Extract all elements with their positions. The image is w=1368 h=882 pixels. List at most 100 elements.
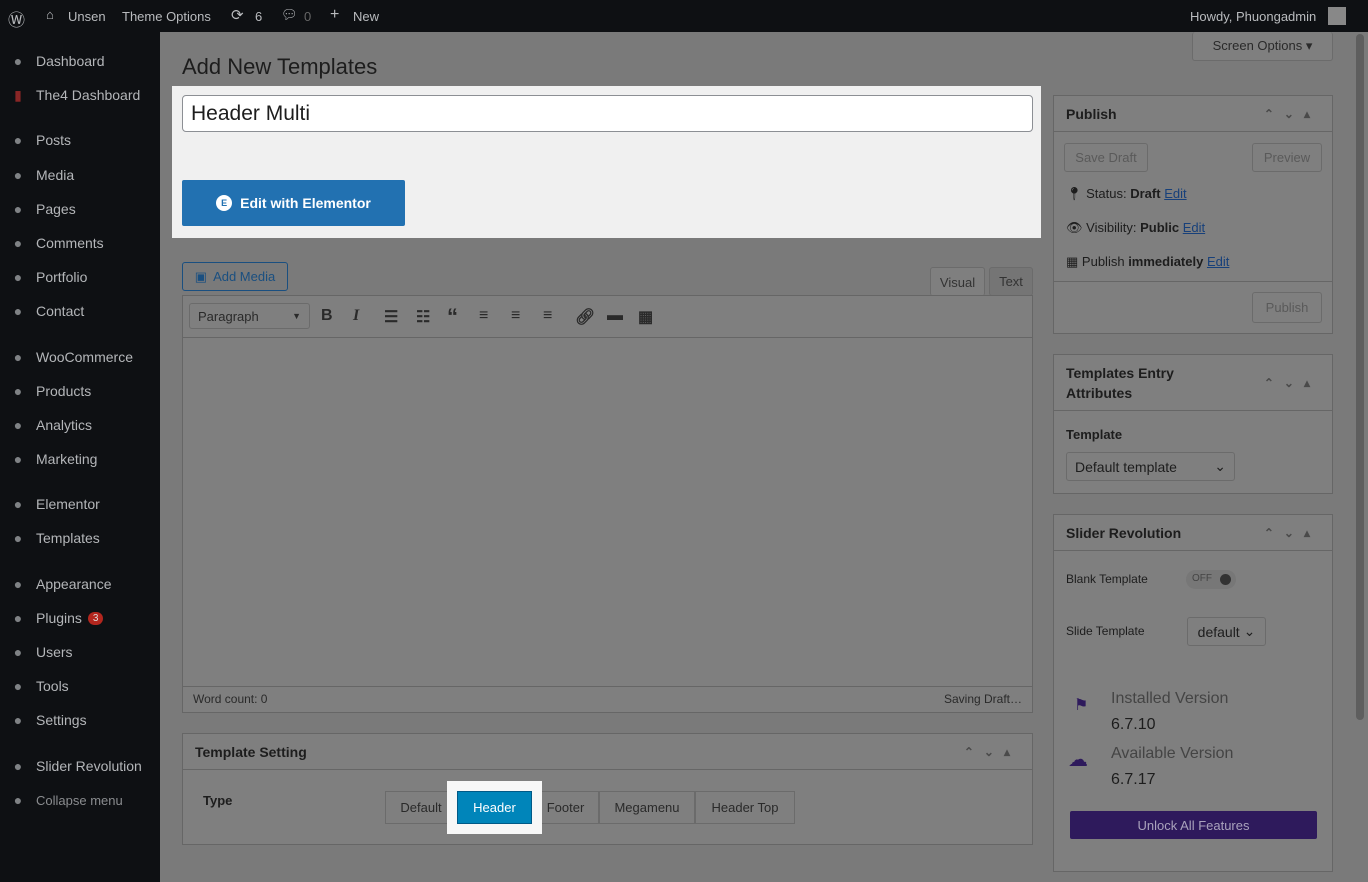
- edit-schedule-link[interactable]: Edit: [1207, 254, 1229, 269]
- wordpress-logo-icon[interactable]: Ⓦ: [8, 6, 25, 31]
- brush-icon: ●: [13, 576, 23, 592]
- link-icon[interactable]: 🔗︎: [575, 307, 595, 327]
- sidebar-item-collapse-menu[interactable]: ● Collapse menu: [0, 785, 160, 815]
- box-controls-icon[interactable]: ⌃⌄▴: [1264, 526, 1320, 540]
- available-label: Available Version: [1111, 745, 1234, 762]
- blockquote-icon[interactable]: “: [447, 304, 458, 330]
- format-select[interactable]: Paragraph ▼: [189, 303, 310, 329]
- sidebar-item-label: Media: [36, 167, 75, 183]
- sidebar-item-analytics[interactable]: ● Analytics: [0, 410, 160, 440]
- sidebar-item-label: WooCommerce: [36, 349, 133, 365]
- align-right-icon[interactable]: ≡: [543, 307, 552, 325]
- sidebar-item-users[interactable]: ● Users: [0, 637, 160, 667]
- title-input[interactable]: [182, 95, 1033, 132]
- sidebar-item-woocommerce[interactable]: ● WooCommerce: [0, 342, 160, 372]
- sidebar-item-the4-dashboard[interactable]: ▮ The4 Dashboard: [0, 80, 160, 110]
- read-more-icon[interactable]: ▬: [607, 307, 623, 325]
- scrollbar[interactable]: [1356, 34, 1364, 720]
- user-icon: ●: [13, 644, 23, 660]
- slide-template-select[interactable]: default ⌄: [1187, 617, 1266, 646]
- box-controls-icon[interactable]: ⌃⌄▴: [1264, 107, 1320, 121]
- sidebar-item-portfolio[interactable]: ● Portfolio: [0, 262, 160, 292]
- align-left-icon[interactable]: ≡: [479, 307, 488, 325]
- template-select[interactable]: Default template ⌄: [1066, 452, 1235, 481]
- sidebar-item-dashboard[interactable]: ● Dashboard: [0, 46, 160, 76]
- align-center-icon[interactable]: ≡: [511, 307, 520, 325]
- sidebar-item-label: Dashboard: [36, 53, 105, 69]
- sidebar-item-label: Templates: [36, 530, 100, 546]
- template-setting-box: Template Setting ⌃⌄▴ Type: [182, 733, 1033, 845]
- bold-icon[interactable]: B: [321, 307, 333, 325]
- sidebar-item-elementor[interactable]: ● Elementor: [0, 489, 160, 519]
- site-link[interactable]: Unsen: [68, 9, 106, 24]
- new-link[interactable]: New: [353, 9, 379, 24]
- installed-label: Installed Version: [1111, 690, 1229, 707]
- edit-status-link[interactable]: Edit: [1164, 186, 1186, 201]
- add-media-button[interactable]: ▣ Add Media: [182, 262, 288, 291]
- media-icon: ●: [13, 167, 23, 183]
- visibility-row: 👁︎ Visibility: Public Edit: [1066, 220, 1206, 235]
- numbered-list-icon[interactable]: ☷: [416, 307, 430, 327]
- tab-visual[interactable]: Visual: [930, 267, 985, 296]
- sidebar-item-media[interactable]: ● Media: [0, 160, 160, 190]
- word-count: Word count: 0: [193, 692, 268, 706]
- howdy-user[interactable]: Howdy, Phuongadmin: [1190, 9, 1316, 24]
- bullet-list-icon[interactable]: ☰: [384, 307, 398, 327]
- elementor-icon: E: [216, 195, 233, 211]
- sidebar-item-label: Posts: [36, 132, 72, 148]
- sidebar-item-label: Comments: [36, 235, 104, 251]
- blank-template-toggle[interactable]: OFF: [1186, 570, 1236, 589]
- page-title: Add New Templates: [182, 54, 378, 79]
- sidebar-item-posts[interactable]: ● Posts: [0, 125, 160, 155]
- screen-options-button[interactable]: Screen Options ▾: [1192, 32, 1333, 61]
- plus-icon: +: [330, 6, 340, 23]
- type-option-megamenu[interactable]: Megamenu: [599, 791, 695, 824]
- attributes-box: Templates Entry Attributes ⌃⌄▴ Template D…: [1053, 354, 1333, 494]
- type-option-header-top[interactable]: Header Top: [695, 791, 795, 824]
- updates-icon[interactable]: ⟳: [231, 6, 244, 24]
- refresh-icon: ●: [13, 758, 23, 774]
- comments-icon[interactable]: 💬︎: [281, 7, 298, 23]
- unlock-all-features-button[interactable]: Unlock All Features: [1070, 811, 1317, 839]
- updates-count[interactable]: 6: [255, 9, 262, 24]
- installed-version: 6.7.10: [1111, 716, 1156, 733]
- saving-status: Saving Draft…: [943, 692, 1022, 706]
- publish-box: Publish ⌃⌄▴ Save Draft Preview 📍︎ Status:…: [1053, 95, 1333, 334]
- sidebar-item-contact[interactable]: ● Contact: [0, 296, 160, 326]
- sidebar-item-settings[interactable]: ● Settings: [0, 705, 160, 735]
- sidebar-item-label: Collapse menu: [36, 792, 123, 808]
- sidebar-item-comments[interactable]: ● Comments: [0, 228, 160, 258]
- box-controls-icon[interactable]: ⌃⌄▴: [964, 745, 1020, 759]
- sidebar-item-templates[interactable]: ● Templates: [0, 523, 160, 553]
- woo-icon: ●: [13, 349, 23, 365]
- save-draft-button[interactable]: Save Draft: [1064, 143, 1148, 172]
- sidebar-item-products[interactable]: ● Products: [0, 376, 160, 406]
- sidebar-item-tools[interactable]: ● Tools: [0, 671, 160, 701]
- type-option-default[interactable]: Default: [385, 791, 457, 824]
- megaphone-icon: ●: [13, 451, 23, 467]
- type-option-footer[interactable]: Footer: [532, 791, 599, 824]
- italic-icon[interactable]: I: [353, 307, 359, 325]
- avatar[interactable]: [1328, 7, 1346, 25]
- plugins-badge: 3: [87, 611, 104, 625]
- toolbar-toggle-icon[interactable]: ▦: [638, 307, 653, 327]
- sidebar-item-slider-revolution[interactable]: ● Slider Revolution: [0, 751, 160, 781]
- edit-with-elementor-button[interactable]: E Edit with Elementor: [182, 180, 405, 226]
- box-controls-icon[interactable]: ⌃⌄▴: [1264, 376, 1320, 390]
- collapse-icon: ●: [13, 792, 23, 808]
- sidebar-item-plugins[interactable]: ● Plugins 3: [0, 603, 160, 633]
- sidebar-item-marketing[interactable]: ● Marketing: [0, 444, 160, 474]
- sidebar-item-label: Analytics: [36, 417, 93, 433]
- tab-text[interactable]: Text: [989, 267, 1033, 296]
- type-option-header[interactable]: Header: [457, 791, 532, 824]
- sidebar-item-appearance[interactable]: ● Appearance: [0, 569, 160, 599]
- sidebar-item-pages[interactable]: ● Pages: [0, 194, 160, 224]
- calendar-icon: ▦: [1066, 254, 1079, 269]
- comments-count[interactable]: 0: [304, 9, 311, 24]
- sidebar-item-label: Slider Revolution: [36, 758, 142, 774]
- edit-visibility-link[interactable]: Edit: [1183, 220, 1205, 235]
- home-icon: ⌂: [46, 7, 54, 22]
- preview-button[interactable]: Preview: [1252, 143, 1322, 172]
- publish-button[interactable]: Publish: [1252, 292, 1322, 323]
- theme-options-link[interactable]: Theme Options: [122, 9, 211, 24]
